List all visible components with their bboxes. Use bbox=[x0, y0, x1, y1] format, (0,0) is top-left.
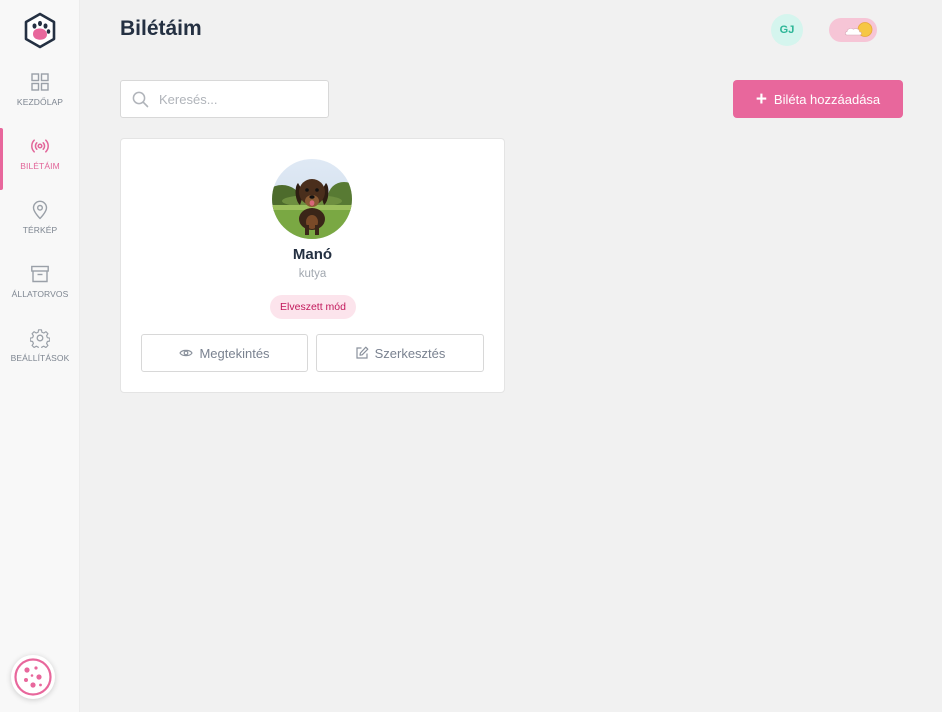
map-pin-icon bbox=[32, 200, 48, 220]
edit-button[interactable]: Szerkesztés bbox=[316, 334, 484, 372]
broadcast-icon bbox=[31, 139, 49, 153]
sidebar: KEZDŐLAP BILÉTÁIM TÉRKÉP ÁLLATORVOS BEÁL… bbox=[0, 0, 80, 712]
search-box bbox=[120, 80, 329, 118]
user-avatar[interactable]: GJ bbox=[771, 14, 803, 46]
add-tag-button[interactable]: + Biléta hozzáadása bbox=[733, 80, 903, 118]
pet-photo bbox=[272, 159, 352, 239]
view-button[interactable]: Megtekintés bbox=[141, 334, 308, 372]
theme-toggle[interactable] bbox=[829, 18, 877, 42]
paw-logo-icon[interactable] bbox=[23, 12, 57, 50]
sidebar-item-allatorvos[interactable]: ÁLLATORVOS bbox=[0, 254, 80, 314]
gear-icon bbox=[30, 329, 50, 348]
sidebar-item-label: KEZDŐLAP bbox=[16, 97, 64, 107]
archive-icon bbox=[31, 265, 49, 283]
pet-species: kutya bbox=[298, 268, 327, 280]
search-input[interactable] bbox=[159, 81, 324, 117]
app: KEZDŐLAP BILÉTÁIM TÉRKÉP ÁLLATORVOS BEÁL… bbox=[0, 0, 942, 712]
sidebar-item-label: ÁLLATORVOS bbox=[11, 289, 69, 299]
grid-icon bbox=[31, 73, 49, 91]
cookie-icon bbox=[14, 658, 52, 696]
edit-icon bbox=[355, 346, 368, 359]
pet-name: Manó bbox=[292, 246, 333, 263]
page-title: Bilétáim bbox=[120, 17, 202, 40]
sidebar-item-kezdolap[interactable]: KEZDŐLAP bbox=[0, 62, 80, 122]
plus-icon: + bbox=[755, 88, 767, 110]
search-icon bbox=[132, 91, 149, 108]
sidebar-item-label: BEÁLLÍTÁSOK bbox=[10, 353, 70, 363]
sidebar-item-label: TÉRKÉP bbox=[22, 225, 58, 235]
sidebar-item-biletaim[interactable]: BILÉTÁIM bbox=[0, 126, 80, 190]
eye-icon bbox=[179, 349, 194, 357]
cookie-settings-button[interactable] bbox=[11, 655, 55, 699]
lost-mode-badge: Elveszett mód bbox=[270, 295, 356, 319]
weather-icon bbox=[845, 22, 873, 37]
view-button-label: Megtekintés bbox=[199, 345, 270, 361]
pet-card: Manó kutya Elveszett mód Megtekintés Sze… bbox=[120, 138, 505, 393]
edit-button-label: Szerkesztés bbox=[374, 345, 446, 361]
sidebar-item-terkep[interactable]: TÉRKÉP bbox=[0, 190, 80, 250]
sidebar-item-label: BILÉTÁIM bbox=[20, 161, 60, 171]
add-tag-label: Biléta hozzáadása bbox=[773, 91, 881, 107]
sidebar-item-beallitasok[interactable]: BEÁLLÍTÁSOK bbox=[0, 318, 80, 378]
